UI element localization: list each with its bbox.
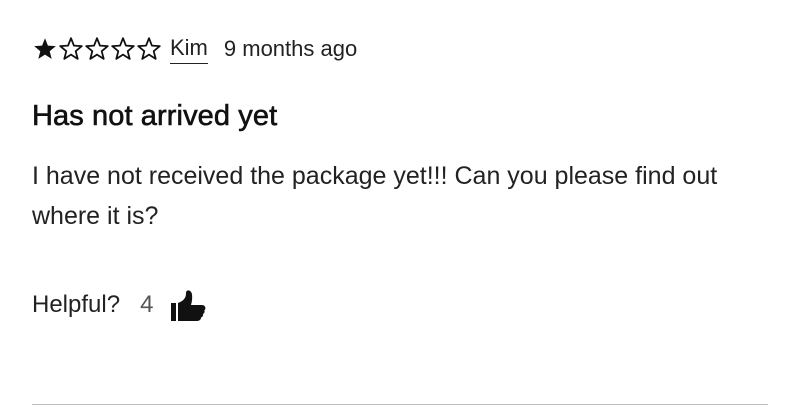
helpful-vote-button[interactable] [165,283,209,327]
author-link[interactable]: Kim [170,35,208,64]
star-outline-icon [136,36,162,62]
star-outline-icon [58,36,84,62]
star-filled-icon [32,36,58,62]
review-card: Kim 9 months ago Has not arrived yet I h… [32,0,768,416]
helpful-count: 4 [140,291,154,318]
helpful-row: Helpful? 4 [32,280,209,330]
divider [32,404,768,405]
review-date: 9 months ago [223,36,358,61]
review-meta: Kim 9 months ago [32,34,357,64]
thumbs-up-icon [171,290,206,321]
star-outline-icon [110,36,136,62]
star-outline-icon [84,36,110,62]
star-rating [32,36,162,62]
helpful-label: Helpful? [32,291,121,318]
review-title: Has not arrived yet [32,100,278,133]
review-body: I have not received the package yet!!! C… [32,162,718,230]
